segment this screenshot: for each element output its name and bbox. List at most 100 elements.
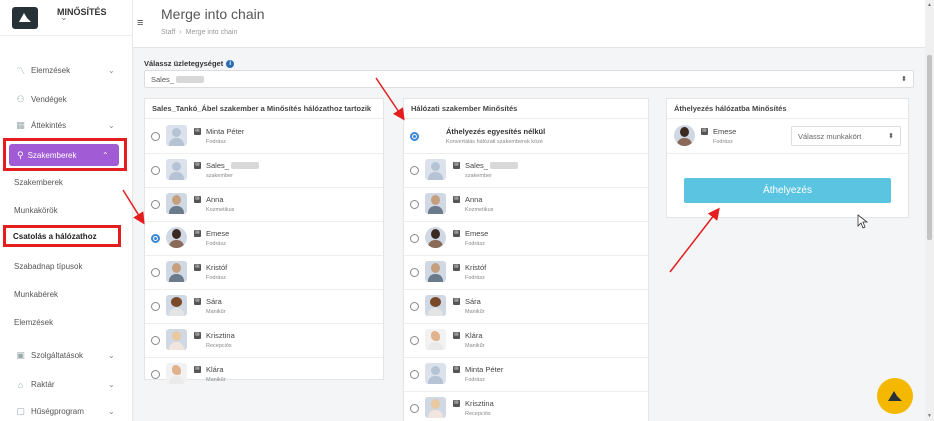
sub-item-szabadnap[interactable]: Szabadnap típusok — [14, 262, 83, 271]
person-name-text: Sales_ — [206, 161, 229, 170]
radio-button[interactable] — [410, 336, 419, 345]
list-item[interactable]: ✉ Anna Kozmetikus — [145, 188, 383, 222]
scroll-up-icon[interactable]: ▲ — [927, 2, 932, 8]
users-icon: ⚇ — [16, 94, 25, 104]
sub-item-munkaberek[interactable]: Munkabérek — [14, 290, 58, 299]
list-item[interactable]: ✉ Minta Péter Fodrász — [404, 358, 648, 392]
sidebar-item-vendegek[interactable]: ⚇ Vendégek — [14, 94, 66, 105]
person-name-text: Sára — [206, 297, 222, 306]
store-select[interactable]: Sales_ ⬍ — [144, 70, 914, 88]
sidebar-item-raktar[interactable]: ⌂ Raktár ⌄ — [14, 379, 115, 390]
person-role: Fodrász — [465, 241, 485, 247]
person-name-text: Minta Péter — [465, 365, 504, 374]
sub-item-szakemberek[interactable]: Szakemberek — [14, 178, 63, 187]
help-fab-button[interactable] — [877, 378, 913, 414]
info-icon[interactable]: i — [226, 59, 235, 68]
list-item[interactable]: ✉ Krisztina Recepciós — [145, 324, 383, 358]
person-role: Manikűr — [465, 343, 485, 349]
scrollbar-thumb[interactable] — [927, 55, 932, 240]
radio-button[interactable] — [151, 268, 160, 277]
radio-button[interactable] — [410, 200, 419, 209]
person-role: Fodrász — [206, 139, 226, 145]
sidebar-item-attekintes[interactable]: ▦ Áttekintés ⌄ — [14, 120, 114, 131]
list-item[interactable]: ✉ Kristóf Fodrász — [404, 256, 648, 290]
radio-button[interactable] — [151, 302, 160, 311]
list-item[interactable]: ✉ Minta Péter Fodrász — [145, 120, 383, 154]
radio-button-selected[interactable] — [410, 132, 419, 141]
list-item[interactable]: ✉ Sales_ szakember — [145, 154, 383, 188]
role-select[interactable]: Válassz munkakört ⬍ — [791, 126, 901, 146]
list-item[interactable]: ✉ Klára Manikűr — [145, 358, 383, 392]
move-button[interactable]: Áthelyezés — [684, 178, 891, 203]
sidebar-item-label: Raktár — [31, 380, 55, 389]
brand-header[interactable]: MINŐSÍTÉS ⌄ — [0, 0, 132, 36]
radio-button[interactable] — [151, 166, 160, 175]
list-item[interactable]: ✉ Klára Manikűr — [404, 324, 648, 358]
sub-item-munkakorok[interactable]: Munkakörök — [14, 206, 58, 215]
radio-button[interactable] — [151, 336, 160, 345]
radio-button[interactable] — [151, 370, 160, 379]
person-name-text: Emese — [713, 127, 737, 136]
radio-button[interactable] — [410, 302, 419, 311]
loyalty-icon: ▢ — [16, 406, 25, 416]
scroll-down-icon[interactable]: ▼ — [927, 413, 932, 419]
person-name-text: Sales_ — [465, 161, 488, 170]
list-item[interactable]: ✉ Krisztina Recepciós — [404, 392, 648, 421]
selected-person-row: ✉ Emese Fodrász Válassz munkakört ⬍ — [667, 120, 908, 154]
person-role: Recepciós — [206, 343, 232, 349]
list-item[interactable]: ✉ Anna Kozmetikus — [404, 188, 648, 222]
sidebar-item-label: Szolgáltatások — [31, 351, 84, 360]
radio-button[interactable] — [151, 200, 160, 209]
list-item[interactable]: ✉ Kristóf Fodrász — [145, 256, 383, 290]
avatar — [425, 397, 446, 418]
chevron-down-icon: ⌄ — [108, 66, 115, 75]
person-name-text: Anna — [465, 195, 483, 204]
avatar — [425, 295, 446, 316]
store-select-value: Sales_ — [151, 74, 174, 84]
radio-button[interactable] — [151, 132, 160, 141]
person-name: ✉ Anna — [453, 195, 483, 204]
list-item[interactable]: ✉ Emese Fodrász — [404, 222, 648, 256]
staff-tag-icon: ✉ — [453, 264, 460, 271]
radio-button[interactable] — [410, 370, 419, 379]
sidebar-item-szolgaltatasok[interactable]: ▣ Szolgáltatások ⌄ — [14, 350, 114, 361]
sidebar-item-elemzesek[interactable]: 〽 Elemzések ⌄ — [14, 65, 115, 76]
staff-tag-icon: ✉ — [194, 264, 201, 271]
blurred-text — [230, 162, 259, 169]
annotation-arrow — [669, 207, 720, 273]
page-title: Merge into chain — [161, 6, 265, 22]
page-header: ≡ Merge into chain Staff › Merge into chai… — [133, 0, 925, 48]
staff-tag-icon: ✉ — [453, 400, 460, 407]
radio-button[interactable] — [410, 268, 419, 277]
radio-button[interactable] — [410, 166, 419, 175]
sidebar-item-label: Áttekintés — [31, 121, 67, 130]
select-caret-icon: ⬍ — [901, 76, 907, 83]
chevron-down-icon: ⌄ — [108, 351, 115, 360]
person-role: Manikűr — [206, 377, 226, 383]
list-item-move-without-merge[interactable]: Áthelyezés egyesítés nélkül Konvertálás … — [404, 120, 648, 154]
list-item[interactable]: ✉ Emese Fodrász — [145, 222, 383, 256]
list-item[interactable]: ✉ Sára Manikűr — [404, 290, 648, 324]
page-scrollbar[interactable]: ▲ ▼ — [925, 0, 934, 421]
chevron-down-icon: ⌄ — [108, 380, 115, 389]
list-item[interactable]: ✉ Sára Manikűr — [145, 290, 383, 324]
person-role: Kozmetikus — [465, 207, 494, 213]
breadcrumb-item-staff[interactable]: Staff — [161, 29, 175, 36]
person-name: ✉ Emese — [194, 229, 229, 238]
radio-button[interactable] — [410, 404, 419, 413]
person-name: ✉ Sára — [453, 297, 481, 306]
sidebar-item-husegprogram[interactable]: ▢ Hűségprogram ⌄ — [14, 406, 114, 417]
radio-button[interactable] — [410, 234, 419, 243]
person-role: Fodrász — [465, 377, 485, 383]
sub-item-elemzesek[interactable]: Elemzések — [14, 318, 53, 327]
option-subtitle: Konvertálás hálózati szakemberek közé — [446, 139, 543, 145]
avatar — [166, 363, 187, 384]
staff-tag-icon: ✉ — [453, 196, 460, 203]
person-role: Manikűr — [465, 309, 485, 315]
sidebar-item-label: Hűségprogram — [31, 407, 84, 416]
list-item[interactable]: ✉ Sales_ szakember — [404, 154, 648, 188]
middle-panel-title: Hálózati szakember Minősítés — [404, 99, 648, 119]
radio-button-selected[interactable] — [151, 234, 160, 243]
menu-icon[interactable]: ≡ — [137, 17, 143, 29]
person-name-text: Krisztina — [465, 399, 494, 408]
